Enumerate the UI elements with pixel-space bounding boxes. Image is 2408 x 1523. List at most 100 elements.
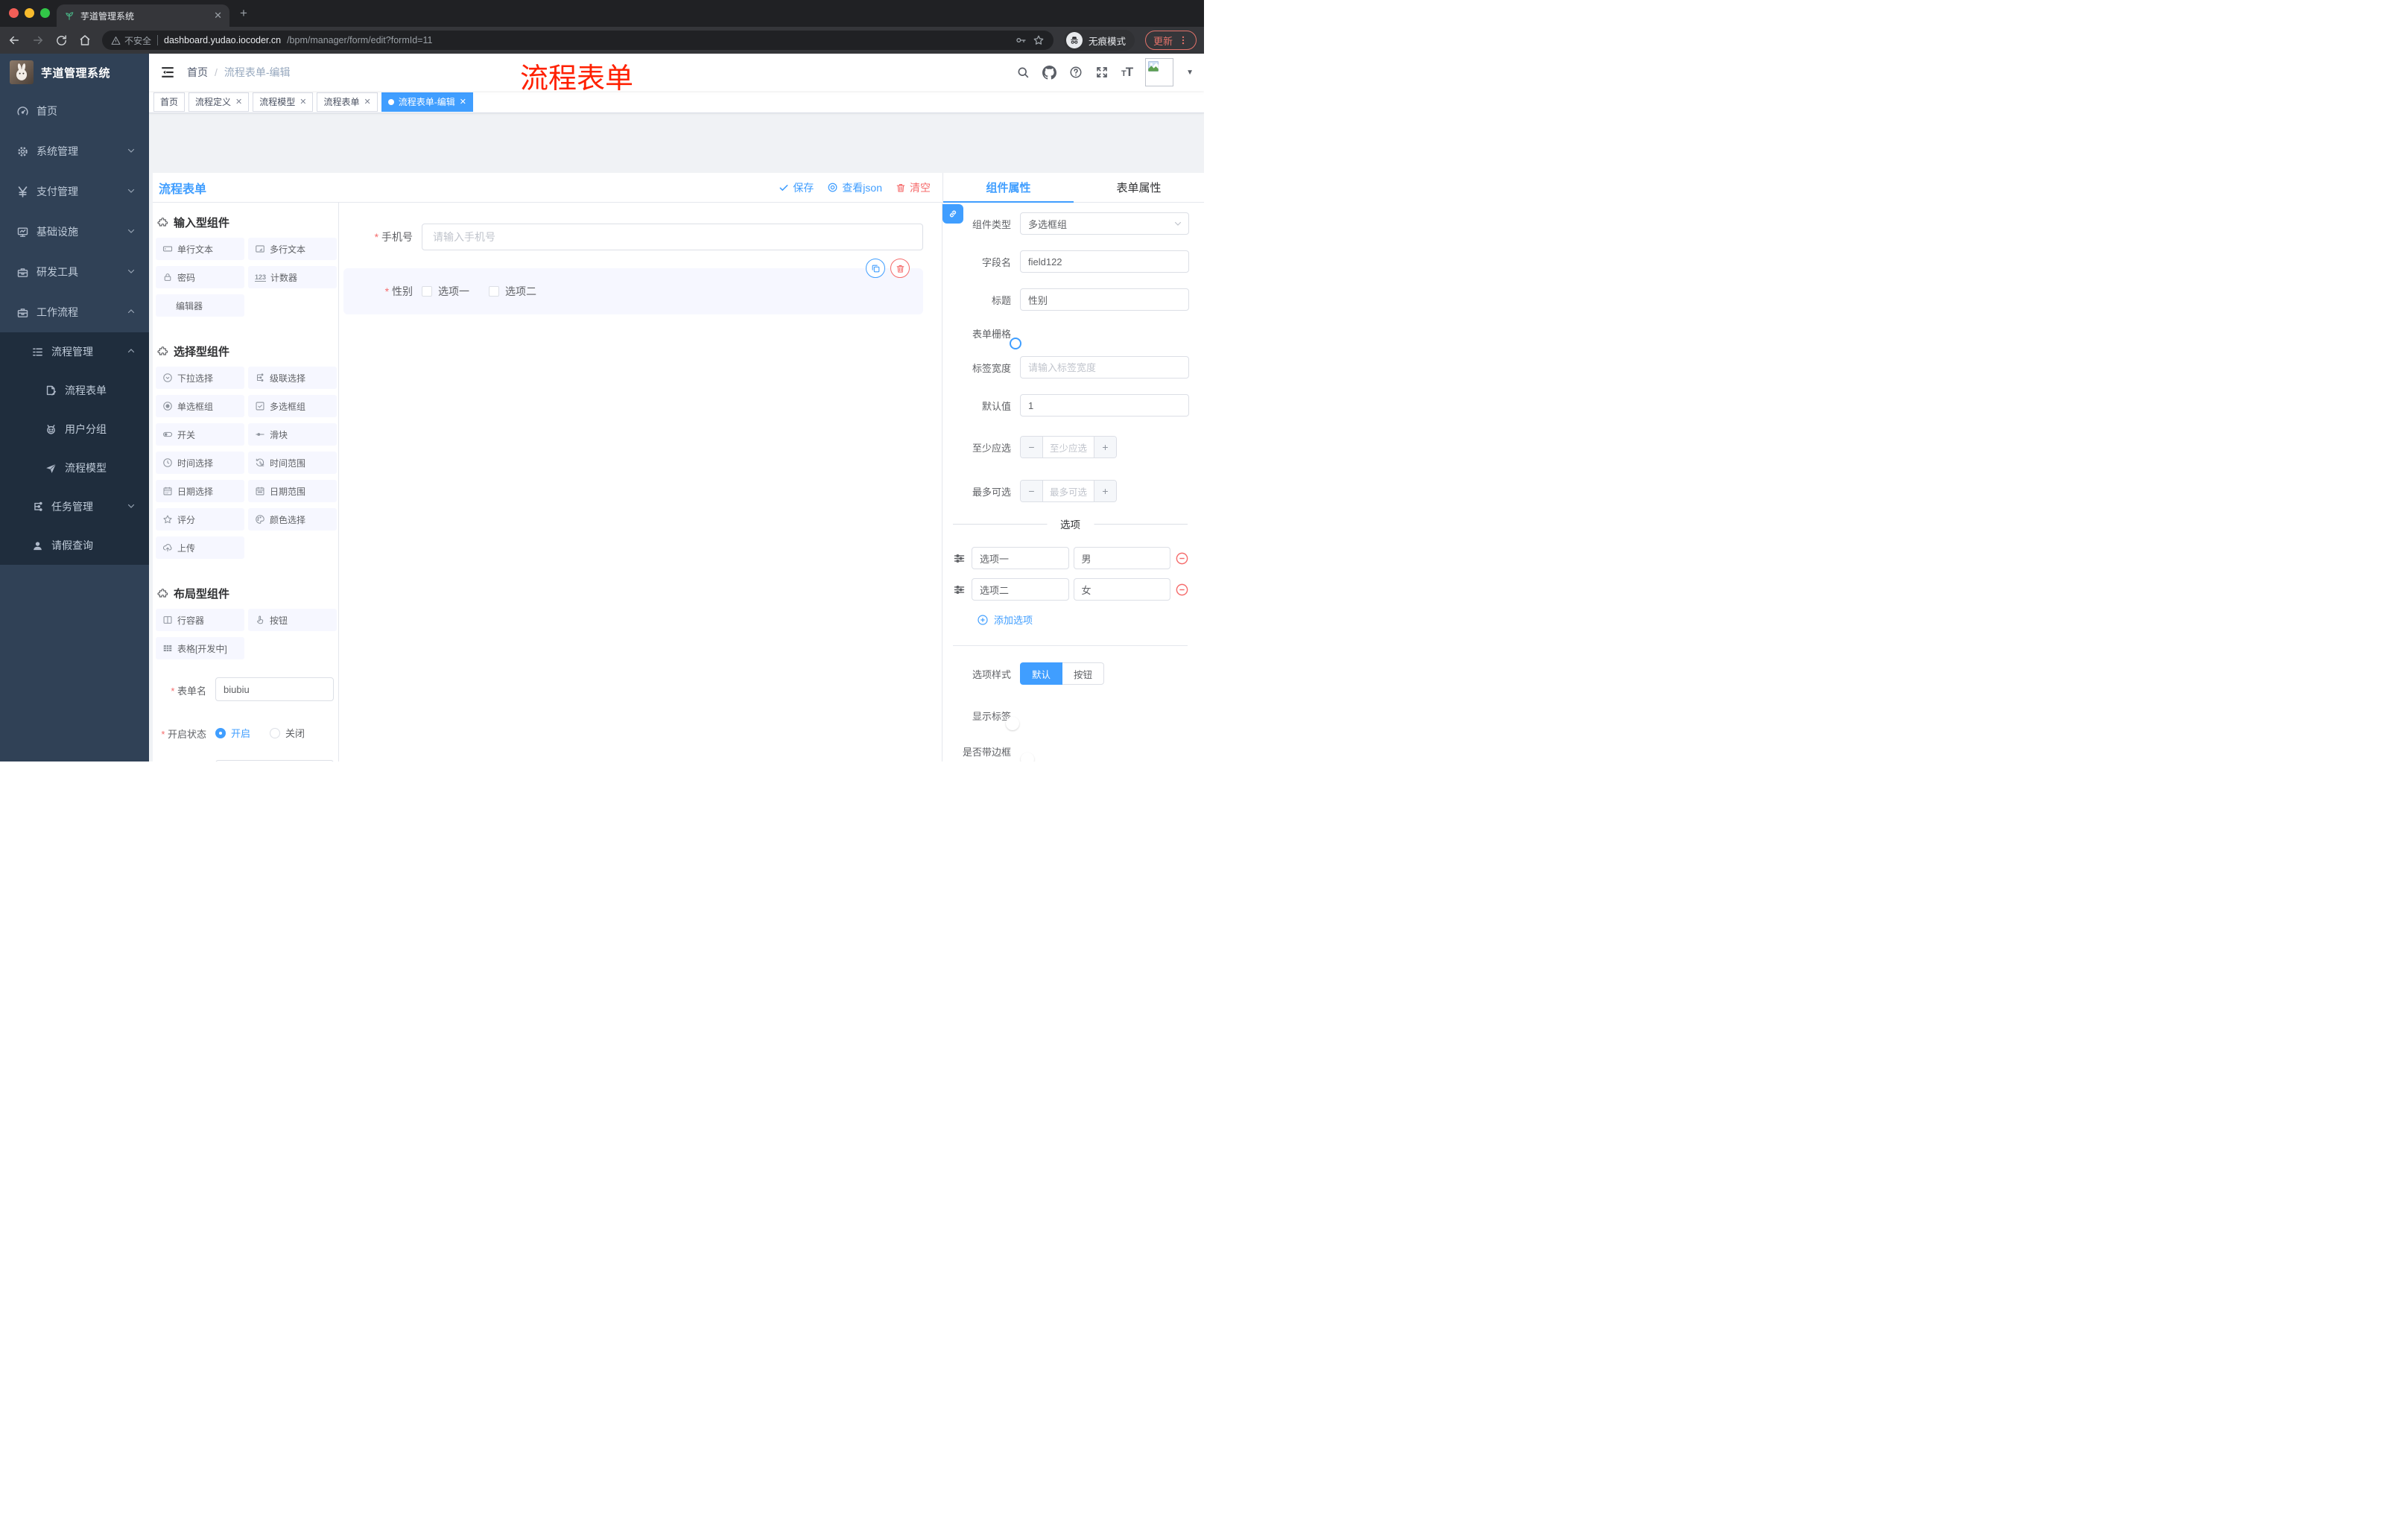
sidebar-collapse-icon[interactable] <box>160 65 175 80</box>
bookmark-star-icon[interactable] <box>1033 34 1045 46</box>
checkbox-icon[interactable] <box>489 286 499 297</box>
browser-tab[interactable]: 芋道管理系统 ✕ <box>57 4 229 27</box>
tag-process-form-edit[interactable]: 流程表单-编辑 ✕ <box>381 92 473 112</box>
gender-option-2[interactable]: 选项二 <box>489 284 536 299</box>
slider-handle[interactable] <box>1010 337 1021 349</box>
forward-icon[interactable] <box>31 34 45 47</box>
new-tab-button[interactable]: + <box>240 7 247 19</box>
style-button-button[interactable]: 按钮 <box>1062 662 1105 685</box>
stepper-increase-button[interactable]: + <box>1094 481 1116 501</box>
option-1-label-input[interactable] <box>972 547 1069 569</box>
maximize-window-button[interactable] <box>40 8 50 18</box>
duplicate-widget-button[interactable] <box>866 259 885 278</box>
sidebar-item-user-group[interactable]: 用户分组 <box>0 410 149 449</box>
tag-close-icon[interactable]: ✕ <box>460 97 466 107</box>
sidebar-item-task-management[interactable]: 任务管理 <box>0 487 149 526</box>
tab-close-icon[interactable]: ✕ <box>214 10 222 22</box>
sidebar-item-workflow[interactable]: 工作流程 <box>0 292 149 332</box>
sidebar-item-home[interactable]: 首页 <box>0 91 149 131</box>
tag-close-icon[interactable]: ✕ <box>364 97 371 107</box>
sidebar-item-process-management[interactable]: 流程管理 <box>0 332 149 371</box>
font-size-icon[interactable]: TT <box>1121 65 1133 80</box>
title-input[interactable] <box>1020 288 1189 311</box>
avatar[interactable] <box>1145 58 1174 86</box>
github-icon[interactable] <box>1042 65 1056 80</box>
tag-process-form[interactable]: 流程表单 ✕ <box>317 92 378 112</box>
password-key-icon[interactable] <box>1015 34 1027 46</box>
component-single-line-text[interactable]: 单行文本 <box>156 238 244 260</box>
component-slider[interactable]: 滑块 <box>248 423 337 446</box>
component-date-range[interactable]: 日期范围 <box>248 480 337 502</box>
component-button[interactable]: 按钮 <box>248 609 337 631</box>
sidebar-item-system[interactable]: 系统管理 <box>0 131 149 171</box>
remove-option-button[interactable] <box>1175 583 1189 597</box>
phone-input[interactable] <box>422 224 923 250</box>
tag-close-icon[interactable]: ✕ <box>300 97 306 107</box>
option-2-value-input[interactable] <box>1073 578 1170 601</box>
component-radio-group[interactable]: 单选框组 <box>156 395 244 417</box>
component-type-select[interactable]: 多选框组 <box>1020 212 1189 235</box>
sidebar-item-infrastructure[interactable]: 基础设施 <box>0 212 149 252</box>
max-select-value[interactable]: 最多可选 <box>1043 481 1094 501</box>
default-value-input[interactable] <box>1020 394 1189 417</box>
option-2-label-input[interactable] <box>972 578 1069 601</box>
option-1-value-input[interactable] <box>1073 547 1170 569</box>
back-icon[interactable] <box>7 34 21 47</box>
view-json-button[interactable]: 查看json <box>827 180 882 195</box>
search-icon[interactable] <box>1016 66 1030 79</box>
save-button[interactable]: 保存 <box>779 180 814 195</box>
sidebar-item-payment[interactable]: 支付管理 <box>0 171 149 212</box>
tab-form-props[interactable]: 表单属性 <box>1074 173 1204 203</box>
sidebar-item-leave-query[interactable]: 请假查询 <box>0 526 149 565</box>
component-color-picker[interactable]: 颜色选择 <box>248 508 337 531</box>
style-default-button[interactable]: 默认 <box>1020 662 1063 685</box>
security-warning[interactable]: 不安全 <box>111 34 151 47</box>
component-select[interactable]: 下拉选择 <box>156 367 244 389</box>
component-counter[interactable]: 123 计数器 <box>248 266 337 288</box>
tab-component-props[interactable]: 组件属性 <box>943 173 1074 203</box>
component-table-dev[interactable]: 表格[开发中] <box>156 637 244 659</box>
component-checkbox-group[interactable]: 多选框组 <box>248 395 337 417</box>
avatar-caret-icon[interactable]: ▼ <box>1186 69 1194 77</box>
minimize-window-button[interactable] <box>25 8 34 18</box>
form-canvas[interactable]: 手机号 性别 选项一 <box>339 203 942 762</box>
sidebar-item-process-model[interactable]: 流程模型 <box>0 449 149 487</box>
stepper-decrease-button[interactable]: − <box>1021 481 1043 501</box>
fullscreen-icon[interactable] <box>1095 66 1109 79</box>
component-date-picker[interactable]: 日期选择 <box>156 480 244 502</box>
component-editor[interactable]: 编辑器 <box>156 294 244 317</box>
tag-close-icon[interactable]: ✕ <box>235 97 242 107</box>
status-off-radio[interactable]: 关闭 <box>270 726 305 740</box>
remove-option-button[interactable] <box>1175 551 1189 566</box>
option-drag-handle-icon[interactable] <box>953 552 966 565</box>
delete-widget-button[interactable] <box>890 259 910 278</box>
canvas-phone-field[interactable]: 手机号 <box>343 224 923 250</box>
component-password[interactable]: 密码 <box>156 266 244 288</box>
clear-button[interactable]: 清空 <box>896 180 931 195</box>
reload-icon[interactable] <box>55 34 68 47</box>
gender-option-1[interactable]: 选项一 <box>422 284 469 299</box>
stepper-decrease-button[interactable]: − <box>1021 437 1043 457</box>
component-cascader[interactable]: 级联选择 <box>248 367 337 389</box>
component-row-container[interactable]: 行容器 <box>156 609 244 631</box>
tag-home[interactable]: 首页 <box>153 92 186 112</box>
help-icon[interactable] <box>1069 66 1083 79</box>
close-window-button[interactable] <box>9 8 19 18</box>
browser-update-button[interactable]: 更新 <box>1144 31 1197 50</box>
label-width-input[interactable] <box>1020 356 1189 379</box>
field-name-input[interactable] <box>1020 250 1189 273</box>
status-on-radio[interactable]: 开启 <box>215 726 250 740</box>
url-bar[interactable]: 不安全 dashboard.yudao.iocoder.cn /bpm/mana… <box>102 31 1054 50</box>
min-select-value[interactable]: 至少应选 <box>1043 437 1094 457</box>
sidebar-item-process-form[interactable]: 流程表单 <box>0 371 149 410</box>
sidebar-item-dev-tools[interactable]: 研发工具 <box>0 252 149 292</box>
component-switch[interactable]: 开关 <box>156 423 244 446</box>
canvas-gender-field-selected[interactable]: 性别 选项一 选项二 <box>343 259 923 314</box>
app-logo-row[interactable]: 芋道管理系统 <box>0 54 149 91</box>
form-name-input[interactable] <box>215 677 334 701</box>
home-icon[interactable] <box>78 34 92 47</box>
component-upload[interactable]: 上传 <box>156 536 244 559</box>
tag-process-model[interactable]: 流程模型 ✕ <box>253 92 314 112</box>
component-rate[interactable]: 评分 <box>156 508 244 531</box>
breadcrumb-home[interactable]: 首页 <box>187 65 208 80</box>
